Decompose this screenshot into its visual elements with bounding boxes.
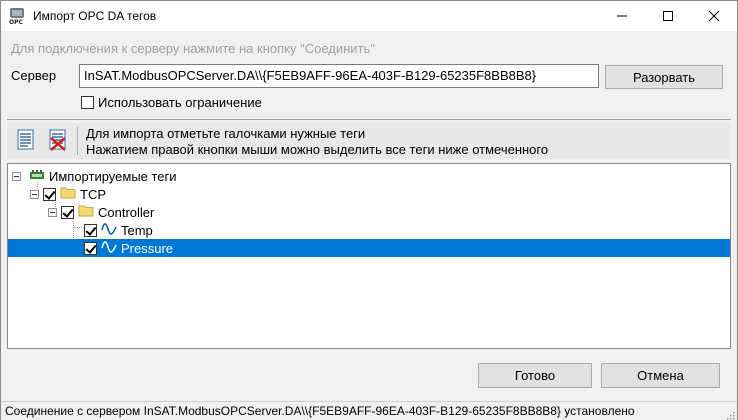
use-limit-checkbox[interactable] bbox=[81, 96, 94, 109]
use-limit-row[interactable]: Использовать ограничение bbox=[81, 95, 262, 110]
close-button[interactable] bbox=[691, 1, 737, 31]
tag-tree[interactable]: Импортируемые теги TCP Controller Temp P… bbox=[7, 163, 731, 349]
tree-node-label: Temp bbox=[121, 222, 153, 238]
tree-node-root[interactable]: Импортируемые теги bbox=[12, 167, 177, 185]
tree-node-controller[interactable]: Controller bbox=[48, 203, 154, 221]
resize-grip-icon[interactable] bbox=[725, 408, 735, 420]
server-label: Сервер bbox=[11, 68, 57, 83]
collapse-toggle[interactable] bbox=[30, 189, 39, 199]
collapse-toggle[interactable] bbox=[48, 207, 57, 217]
toolbar-separator bbox=[77, 127, 78, 155]
folder-icon bbox=[60, 186, 76, 202]
document-delete-icon bbox=[48, 129, 68, 154]
tree-checkbox[interactable] bbox=[84, 223, 97, 237]
maximize-button[interactable] bbox=[645, 1, 691, 31]
instruction-line-1: Для импорта отметьте галочками нужные те… bbox=[86, 126, 366, 141]
tree-node-temp[interactable]: Temp bbox=[84, 221, 157, 239]
tree-node-label: TCP bbox=[80, 186, 106, 202]
window-title: Импорт OPC DA тегов bbox=[33, 9, 157, 23]
toolbar-instructions: Для импорта отметьте галочками нужные те… bbox=[86, 126, 548, 158]
clear-selection-button[interactable] bbox=[45, 127, 71, 155]
import-dialog: OPC Импорт OPC DA тегов Для подключения … bbox=[0, 0, 738, 420]
ok-button[interactable]: Готово bbox=[478, 363, 592, 388]
instruction-line-2: Нажатием правой кнопки мыши можно выдели… bbox=[86, 142, 549, 157]
separator bbox=[7, 119, 731, 120]
signal-wave-icon bbox=[101, 222, 117, 239]
toolbar: Для импорта отметьте галочками нужные те… bbox=[7, 123, 731, 159]
cancel-button[interactable]: Отмена bbox=[601, 363, 720, 388]
collapse-toggle[interactable] bbox=[12, 171, 21, 181]
svg-text:OPC: OPC bbox=[9, 19, 23, 25]
connect-hint: Для подключения к серверу нажмите на кно… bbox=[11, 41, 375, 56]
folder-icon bbox=[78, 204, 94, 220]
minimize-button[interactable] bbox=[599, 1, 645, 31]
tree-node-label: Controller bbox=[98, 204, 155, 220]
status-bar: Соединение с сервером InSAT.ModbusOPCSer… bbox=[1, 401, 737, 420]
document-list-icon bbox=[16, 129, 36, 154]
tree-checkbox[interactable] bbox=[43, 187, 56, 201]
opc-app-icon: OPC bbox=[8, 7, 26, 26]
tree-node-tcp[interactable]: TCP bbox=[30, 185, 106, 203]
tags-root-icon bbox=[29, 169, 45, 184]
tree-node-pressure[interactable]: Pressure bbox=[8, 239, 730, 257]
tree-node-label: Pressure bbox=[121, 240, 174, 256]
server-input[interactable]: InSAT.ModbusOPCServer.DA\\{F5EB9AFF-96EA… bbox=[79, 64, 599, 88]
status-text: Соединение с сервером InSAT.ModbusOPCSer… bbox=[5, 404, 635, 418]
select-all-button[interactable] bbox=[13, 127, 39, 155]
tree-checkbox[interactable] bbox=[61, 205, 74, 219]
use-limit-label: Использовать ограничение bbox=[98, 95, 262, 110]
signal-wave-icon bbox=[101, 240, 117, 257]
title-bar[interactable]: OPC Импорт OPC DA тегов bbox=[1, 1, 737, 31]
tree-checkbox[interactable] bbox=[84, 241, 97, 255]
disconnect-button[interactable]: Разорвать bbox=[605, 65, 723, 89]
tree-node-label: Импортируемые теги bbox=[49, 168, 177, 184]
